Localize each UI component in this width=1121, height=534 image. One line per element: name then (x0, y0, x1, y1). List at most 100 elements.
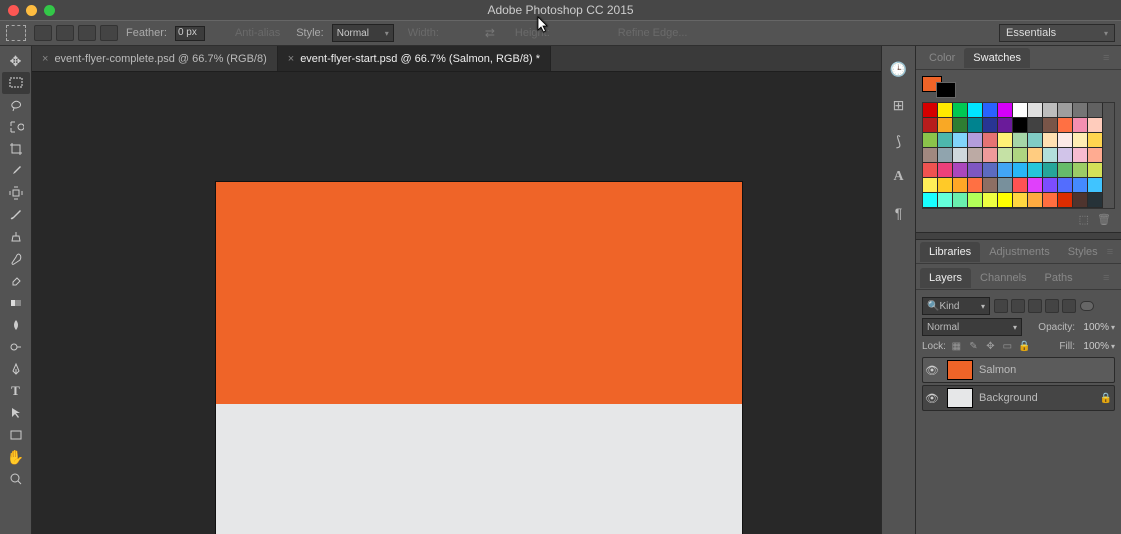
swatch[interactable] (938, 163, 953, 178)
filter-adjustment-icon[interactable] (1011, 299, 1025, 313)
filter-shape-icon[interactable] (1045, 299, 1059, 313)
pen-tool[interactable] (2, 358, 30, 380)
new-swatch-icon[interactable]: ⬚ (1079, 213, 1089, 226)
swatch[interactable] (1028, 133, 1043, 148)
lock-all-icon[interactable]: 🔒 (1018, 340, 1031, 353)
swatch[interactable] (938, 103, 953, 118)
swatch[interactable] (1013, 193, 1028, 208)
path-selection-tool[interactable] (2, 402, 30, 424)
crop-tool[interactable] (2, 138, 30, 160)
zoom-window-button[interactable] (44, 5, 55, 16)
close-window-button[interactable] (8, 5, 19, 16)
swatch[interactable] (1043, 118, 1058, 133)
panel-menu-icon[interactable]: ≡ (1103, 272, 1121, 284)
swatch[interactable] (953, 118, 968, 133)
swatch[interactable] (1058, 133, 1073, 148)
history-panel-icon[interactable]: 🕒 (890, 60, 908, 78)
swatch[interactable] (1073, 178, 1088, 193)
swatch[interactable] (983, 193, 998, 208)
filter-pixel-icon[interactable] (994, 299, 1008, 313)
swatch[interactable] (968, 103, 983, 118)
visibility-toggle-icon[interactable]: 👁 (923, 392, 941, 405)
minimize-window-button[interactable] (26, 5, 37, 16)
swatch[interactable] (968, 178, 983, 193)
swatch[interactable] (938, 178, 953, 193)
swatch[interactable] (1058, 178, 1073, 193)
marquee-tool-preset-icon[interactable] (6, 25, 26, 41)
tab-color[interactable]: Color (920, 48, 964, 68)
swatch[interactable] (923, 103, 938, 118)
brush-tool[interactable] (2, 204, 30, 226)
swatch[interactable] (1043, 103, 1058, 118)
swatch[interactable] (953, 193, 968, 208)
swatch[interactable] (998, 193, 1013, 208)
spot-healing-tool[interactable] (2, 182, 30, 204)
opacity-input[interactable] (1077, 320, 1109, 334)
swatch[interactable] (1088, 193, 1103, 208)
swatch[interactable] (1088, 148, 1103, 163)
swatch[interactable] (953, 163, 968, 178)
swatch[interactable] (1058, 163, 1073, 178)
filter-toggle[interactable] (1080, 301, 1094, 311)
swatch[interactable] (923, 178, 938, 193)
swatch[interactable] (1073, 118, 1088, 133)
type-tool[interactable]: T (2, 380, 30, 402)
swatch[interactable] (1028, 118, 1043, 133)
swatch[interactable] (1028, 178, 1043, 193)
swatch[interactable] (1088, 178, 1103, 193)
swatch[interactable] (998, 133, 1013, 148)
layer-row[interactable]: 👁Background🔒 (922, 385, 1115, 411)
panel-menu-icon[interactable]: ≡ (1103, 52, 1121, 64)
layer-thumbnail[interactable] (947, 388, 973, 408)
swatch[interactable] (998, 103, 1013, 118)
layer-row[interactable]: 👁Salmon (922, 357, 1115, 383)
swatch[interactable] (1058, 103, 1073, 118)
swatch[interactable] (1088, 163, 1103, 178)
swatch[interactable] (1043, 178, 1058, 193)
swatch[interactable] (1028, 148, 1043, 163)
swatch[interactable] (1088, 133, 1103, 148)
tab-libraries[interactable]: Libraries (920, 242, 980, 262)
filter-type-icon[interactable] (1028, 299, 1042, 313)
workspace-select[interactable]: Essentials ▾ (999, 24, 1115, 42)
quick-selection-tool[interactable] (2, 116, 30, 138)
panel-menu-icon[interactable]: ≡ (1107, 246, 1121, 258)
swatch[interactable] (1058, 118, 1073, 133)
tab-adjustments[interactable]: Adjustments (980, 242, 1059, 262)
swatch[interactable] (938, 148, 953, 163)
background-color-swatch[interactable] (936, 82, 956, 98)
move-tool[interactable]: ✥ (2, 50, 30, 72)
swatch[interactable] (1088, 118, 1103, 133)
lock-pixels-icon[interactable]: ✎ (967, 340, 980, 353)
swatch[interactable] (983, 163, 998, 178)
rectangle-tool[interactable] (2, 424, 30, 446)
rectangular-marquee-tool[interactable] (2, 72, 30, 94)
close-tab-icon[interactable]: × (288, 53, 294, 65)
swatch[interactable] (983, 118, 998, 133)
swatch[interactable] (983, 178, 998, 193)
swatch[interactable] (983, 103, 998, 118)
swatch[interactable] (1043, 148, 1058, 163)
swatch[interactable] (1073, 133, 1088, 148)
layer-name[interactable]: Salmon (979, 364, 1098, 376)
swatch[interactable] (923, 133, 938, 148)
swatch[interactable] (968, 148, 983, 163)
hand-tool[interactable]: ✋ (2, 446, 30, 468)
swatch[interactable] (938, 118, 953, 133)
lasso-tool[interactable] (2, 94, 30, 116)
swatch[interactable] (1013, 178, 1028, 193)
blur-tool[interactable] (2, 314, 30, 336)
tab-layers[interactable]: Layers (920, 268, 971, 288)
swatch[interactable] (1058, 193, 1073, 208)
tab-paths[interactable]: Paths (1036, 268, 1082, 288)
swatch[interactable] (923, 163, 938, 178)
eyedropper-tool[interactable] (2, 160, 30, 182)
style-select[interactable]: Normal ▾ (332, 24, 394, 42)
swatch[interactable] (1073, 193, 1088, 208)
swatch[interactable] (998, 118, 1013, 133)
history-brush-tool[interactable] (2, 248, 30, 270)
subtract-selection-icon[interactable] (78, 25, 96, 41)
swatch[interactable] (923, 193, 938, 208)
layer-name[interactable]: Background (979, 392, 1098, 404)
filter-kind-select[interactable]: 🔍Kind ▾ (922, 297, 990, 315)
